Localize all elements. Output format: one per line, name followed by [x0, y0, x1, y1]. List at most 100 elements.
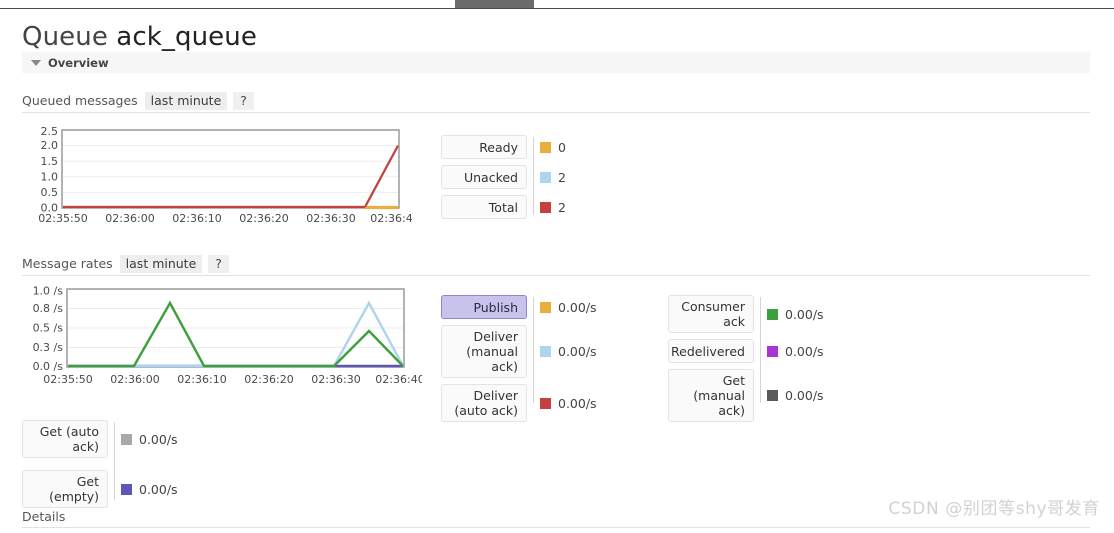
- legend-row: Ready 0: [441, 135, 621, 159]
- y-tick-label: 1.0: [41, 170, 59, 183]
- legend-value-text: 0.00/s: [558, 344, 597, 359]
- message-rates-legend-col1: Publish 0.00/s Deliver (manual ack) 0.00…: [441, 295, 631, 428]
- legend-value-ready: 0: [540, 140, 566, 155]
- legend-button-ready[interactable]: Ready: [441, 135, 527, 159]
- legend-button-redelivered[interactable]: Redelivered: [668, 339, 754, 363]
- legend-button-publish[interactable]: Publish: [441, 295, 527, 319]
- color-swatch-get-auto-ack: [121, 433, 132, 445]
- color-swatch-unacked: [540, 171, 551, 183]
- message-rates-chart: 0.0 /s 0.3 /s 0.5 /s 0.8 /s 1.0 /s 02:35…: [22, 286, 422, 388]
- legend-value-consumer-ack: 0.00/s: [767, 307, 824, 322]
- x-tick-label: 02:36:40: [370, 212, 412, 225]
- x-tick-label: 02:35:50: [38, 212, 87, 225]
- legend-divider: [760, 297, 761, 403]
- x-tick-label: 02:36:00: [105, 212, 154, 225]
- color-swatch-total: [540, 201, 551, 213]
- y-tick-label: 2.0: [41, 139, 59, 152]
- x-tick-label: 02:36:30: [311, 373, 360, 386]
- legend-button-get-auto-ack[interactable]: Get (auto ack): [22, 420, 108, 458]
- color-swatch-deliver-manual-ack: [540, 346, 551, 357]
- y-tick-label: 0.8 /s: [33, 302, 64, 315]
- legend-row: Deliver (manual ack) 0.00/s: [441, 325, 631, 378]
- queued-messages-range-button[interactable]: last minute: [144, 92, 228, 110]
- horizontal-scrollbar[interactable]: [0, 0, 1114, 9]
- legend-row: Get (empty) 0.00/s: [22, 470, 212, 508]
- legend-row: Publish 0.00/s: [441, 295, 631, 319]
- legend-value-get-auto-ack: 0.00/s: [121, 432, 178, 447]
- y-tick-label: 1.0 /s: [33, 286, 64, 298]
- details-section-header[interactable]: Details: [22, 506, 1090, 528]
- legend-value-text: 0.00/s: [558, 299, 597, 315]
- legend-divider: [533, 137, 534, 215]
- page-title: Queue ack_queue: [22, 22, 257, 52]
- page-title-prefix: Queue: [22, 22, 108, 52]
- scrollbar-thumb[interactable]: [455, 0, 534, 8]
- legend-value-text: 2: [558, 169, 566, 185]
- x-tick-label: 02:36:20: [244, 373, 293, 386]
- legend-value-unacked: 2: [540, 170, 566, 185]
- chevron-down-icon[interactable]: [31, 59, 41, 66]
- legend-row: Deliver (auto ack) 0.00/s: [441, 384, 631, 422]
- queued-messages-legend: Ready 0 Unacked 2 Total 2: [441, 135, 621, 225]
- queued-messages-help-button[interactable]: ?: [233, 92, 254, 110]
- details-label: Details: [22, 509, 66, 524]
- y-tick-label: 2.5: [41, 127, 59, 138]
- message-rates-range-button[interactable]: last minute: [119, 255, 203, 273]
- legend-value-publish: 0.00/s: [540, 300, 597, 315]
- message-rates-chart-svg: 0.0 /s 0.3 /s 0.5 /s 0.8 /s 1.0 /s 02:35…: [33, 286, 422, 386]
- legend-value-text: 0.00/s: [785, 343, 824, 359]
- legend-value-text: 0: [558, 139, 566, 155]
- x-tick-label: 02:36:10: [172, 212, 221, 225]
- y-tick-label: 1.5: [41, 155, 59, 168]
- legend-value-text: 0.00/s: [139, 431, 178, 447]
- y-tick-label: 0.5: [41, 186, 59, 199]
- legend-button-deliver-manual-ack[interactable]: Deliver (manual ack): [441, 325, 527, 378]
- legend-row: Total 2: [441, 195, 621, 219]
- color-swatch-get-empty: [121, 483, 132, 495]
- legend-button-get-empty[interactable]: Get (empty): [22, 470, 108, 508]
- overview-section-header[interactable]: Overview: [22, 52, 1090, 73]
- legend-value-text: 2: [558, 199, 566, 215]
- legend-value-deliver-manual-ack: 0.00/s: [540, 344, 597, 359]
- x-tick-label: 02:36:30: [306, 212, 355, 225]
- legend-button-get-manual-ack[interactable]: Get (manual ack): [668, 369, 754, 422]
- color-swatch-ready: [540, 141, 551, 153]
- queued-messages-chart: 0.0 0.5 1.0 1.5 2.0 2.5 02:35:50 02:36:0…: [22, 127, 412, 225]
- legend-value-text: 0.00/s: [139, 481, 178, 497]
- message-rates-help-button[interactable]: ?: [208, 255, 229, 273]
- message-rates-header: Message rates last minute ?: [22, 255, 1090, 276]
- legend-value-text: 0.00/s: [785, 388, 824, 403]
- legend-button-deliver-auto-ack[interactable]: Deliver (auto ack): [441, 384, 527, 422]
- legend-row: Get (auto ack) 0.00/s: [22, 420, 212, 458]
- queued-messages-header: Queued messages last minute ?: [22, 92, 1090, 113]
- legend-value-deliver-auto-ack: 0.00/s: [540, 396, 597, 411]
- y-tick-label: 0.3 /s: [33, 341, 64, 354]
- legend-value-get-empty: 0.00/s: [121, 482, 178, 497]
- legend-value-text: 0.00/s: [558, 395, 597, 411]
- legend-row: Get (manual ack) 0.00/s: [668, 369, 858, 422]
- legend-divider: [114, 422, 115, 500]
- x-tick-label: 02:36:20: [239, 212, 288, 225]
- x-tick-label: 02:36:40: [375, 373, 422, 386]
- legend-value-text: 0.00/s: [785, 306, 824, 322]
- x-tick-label: 02:36:10: [177, 373, 226, 386]
- legend-button-total[interactable]: Total: [441, 195, 527, 219]
- color-swatch-redelivered: [767, 345, 778, 357]
- y-tick-label: 0.0 /s: [33, 360, 64, 373]
- legend-button-consumer-ack[interactable]: Consumer ack: [668, 295, 754, 333]
- queued-messages-chart-svg: 0.0 0.5 1.0 1.5 2.0 2.5 02:35:50 02:36:0…: [38, 127, 412, 225]
- legend-row: Unacked 2: [441, 165, 621, 189]
- x-tick-label: 02:35:50: [43, 373, 92, 386]
- queued-messages-label: Queued messages: [22, 93, 138, 108]
- legend-value-total: 2: [540, 200, 566, 215]
- legend-row: Consumer ack 0.00/s: [668, 295, 858, 333]
- legend-button-unacked[interactable]: Unacked: [441, 165, 527, 189]
- legend-value-get-manual-ack: 0.00/s: [767, 388, 824, 403]
- color-swatch-get-manual-ack: [767, 390, 778, 401]
- legend-value-redelivered: 0.00/s: [767, 344, 824, 359]
- y-tick-label: 0.5 /s: [33, 322, 64, 335]
- color-swatch-deliver-auto-ack: [540, 397, 551, 409]
- color-swatch-publish: [540, 301, 551, 313]
- message-rates-legend-col2: Consumer ack 0.00/s Redelivered 0.00/s G…: [668, 295, 858, 428]
- page-body: Queue ack_queue Overview Queued messages…: [0, 9, 1114, 533]
